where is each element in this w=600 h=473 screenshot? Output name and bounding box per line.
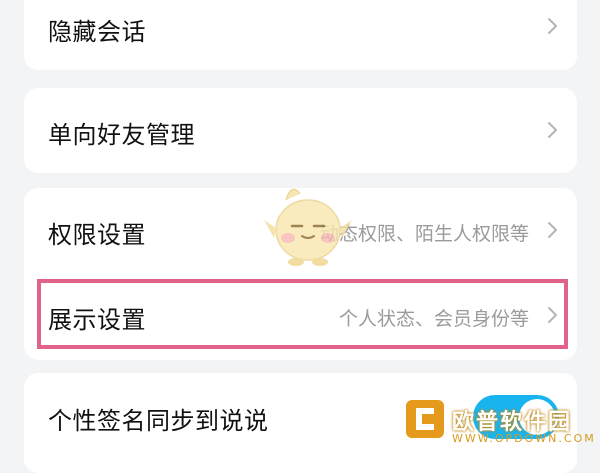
chevron-right-icon xyxy=(548,222,557,238)
hidden-chat-label: 隐藏会话 xyxy=(48,18,146,46)
one-way-friends-row[interactable]: 单向好友管理 xyxy=(24,88,577,173)
signature-sync-label: 个性签名同步到说说 xyxy=(48,407,269,435)
hidden-chat-card: 隐藏会话 xyxy=(24,0,577,70)
watermark-logo-icon xyxy=(406,400,444,438)
one-way-friends-label: 单向好友管理 xyxy=(48,121,195,149)
watermark-subtext: WWW.OPDOWN.COM xyxy=(452,432,596,445)
mascot-watermark-icon xyxy=(264,188,352,266)
chevron-right-icon xyxy=(548,307,557,323)
display-settings-desc: 个人状态、会员身份等 xyxy=(338,308,529,330)
permission-settings-label: 权限设置 xyxy=(48,221,146,249)
chevron-right-icon xyxy=(548,122,557,138)
display-settings-row[interactable]: 展示设置 个人状态、会员身份等 xyxy=(24,273,577,360)
hidden-chat-row[interactable]: 隐藏会话 xyxy=(24,0,577,70)
chevron-right-icon xyxy=(548,18,557,34)
one-way-friends-card: 单向好友管理 xyxy=(24,88,577,173)
display-settings-label: 展示设置 xyxy=(48,306,146,334)
